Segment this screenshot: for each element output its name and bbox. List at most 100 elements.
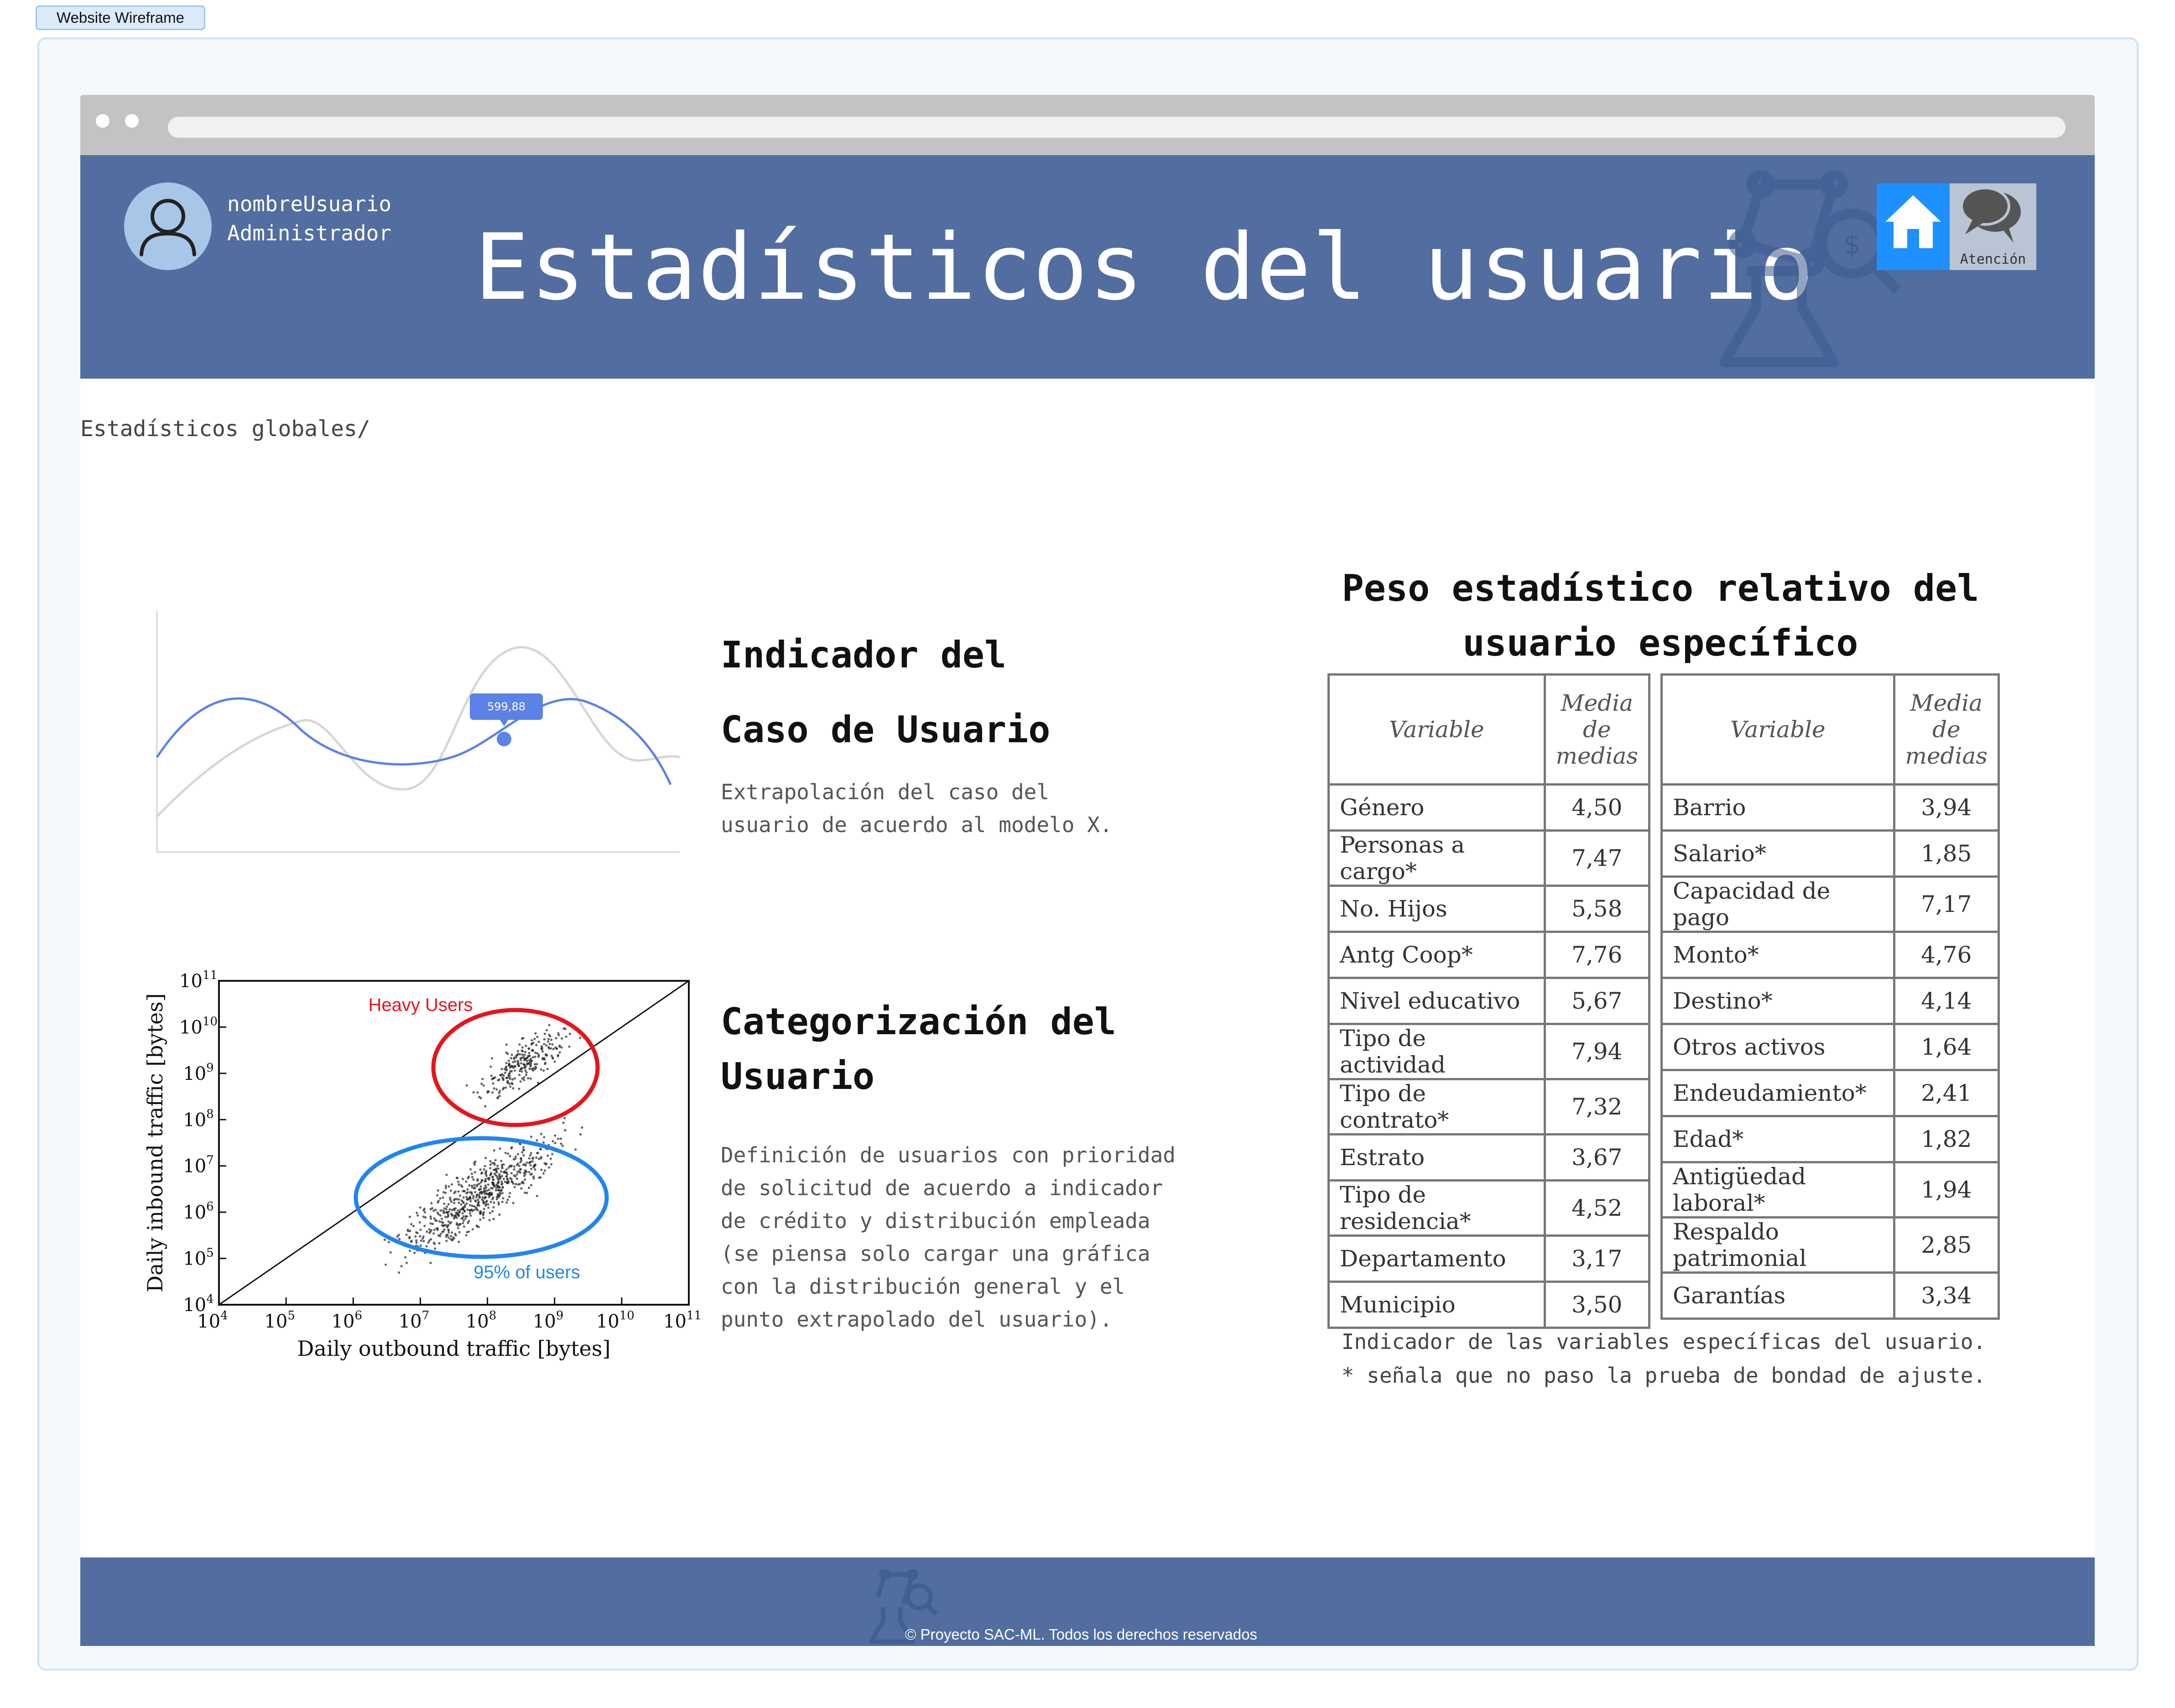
scatter-point: [464, 1218, 467, 1220]
categorization-title-2: Usuario: [721, 1055, 875, 1098]
scatter-point: [514, 1175, 517, 1177]
scatter-point: [446, 1211, 448, 1214]
scatter-point: [398, 1271, 401, 1274]
scatter-point: [489, 1167, 492, 1170]
scatter-point: [551, 1056, 554, 1059]
home-button[interactable]: [1877, 183, 1950, 270]
scatter-point: [509, 1155, 511, 1157]
scatter-point: [526, 1161, 528, 1164]
scatter-point: [508, 1195, 511, 1198]
value-cell: 2,85: [1893, 1216, 2000, 1274]
scatter-point: [540, 1148, 542, 1151]
scatter-point: [410, 1223, 413, 1225]
scatter-point: [451, 1214, 454, 1217]
scatter-point: [410, 1240, 413, 1243]
scatter-point: [491, 1187, 494, 1190]
scatter-point: [551, 1043, 554, 1046]
scatter-point: [465, 1196, 468, 1198]
scatter-point: [404, 1256, 407, 1259]
scatter-point: [419, 1229, 422, 1231]
scatter-point: [484, 1204, 487, 1207]
scatter-point: [457, 1227, 459, 1229]
scatter-point: [535, 1044, 538, 1047]
table-row: Monto* 4,76: [1660, 931, 2000, 979]
user-avatar-icon[interactable]: [124, 182, 212, 270]
scatter-point: [468, 1230, 470, 1233]
scatter-point: [541, 1050, 544, 1053]
scatter-point: [454, 1190, 457, 1193]
scatter-point: [523, 1063, 526, 1066]
scatter-point: [439, 1235, 442, 1238]
scatter-point: [480, 1083, 483, 1085]
scatter-point: [504, 1072, 506, 1074]
scatter-point: [543, 1038, 546, 1041]
scatter-point: [467, 1177, 469, 1180]
scatter-point: [506, 1077, 509, 1079]
scatter-point: [536, 1139, 538, 1142]
wireframe-label: Website Wireframe: [36, 5, 205, 30]
scatter-point: [446, 1216, 449, 1219]
scatter-point: [494, 1174, 497, 1177]
scatter-point: [501, 1186, 504, 1188]
scatter-point: [558, 1051, 561, 1054]
scatter-point: [442, 1212, 445, 1214]
scatter-point: [528, 1068, 531, 1070]
table-row: Respaldo patrimonial 2,85: [1660, 1216, 2000, 1274]
scatter-point: [527, 1077, 530, 1080]
scatter-point: [415, 1239, 418, 1242]
attention-button[interactable]: Atención: [1950, 183, 2036, 270]
scatter-point: [498, 1213, 501, 1216]
scatter-point: [409, 1250, 411, 1252]
scatter-point: [487, 1206, 490, 1209]
scatter-point: [467, 1198, 470, 1201]
scatter-point: [531, 1160, 534, 1163]
scatter-point: [568, 1045, 571, 1048]
scatter-point: [408, 1235, 411, 1239]
scatter-point: [442, 1224, 445, 1228]
user-point[interactable]: [497, 732, 511, 746]
scatter-point: [479, 1185, 482, 1188]
scatter-point: [548, 1024, 551, 1026]
scatter-point: [439, 1209, 442, 1212]
scatter-point: [492, 1082, 494, 1085]
scatter-point: [510, 1064, 513, 1068]
scatter-point: [505, 1066, 507, 1069]
scatter-point: [449, 1198, 452, 1201]
table-row: Otros activos 1,64: [1660, 1023, 2000, 1071]
breadcrumb[interactable]: Estadísticos globales/: [80, 416, 370, 442]
scatter-point: [495, 1171, 498, 1174]
scatter-point: [482, 1211, 485, 1214]
scatter-point: [513, 1065, 516, 1068]
value-cell: 2,41: [1893, 1069, 2000, 1117]
variable-cell: No. Hijos: [1327, 885, 1546, 933]
attention-label: Atención: [1960, 251, 2026, 267]
scatter-point: [482, 1217, 485, 1219]
scatter-point: [433, 1229, 436, 1231]
y-tick-label: 109: [183, 1061, 213, 1084]
scatter-point: [476, 1178, 479, 1181]
scatter-point: [522, 1149, 525, 1151]
scatter-point: [482, 1199, 484, 1202]
scatter-point: [546, 1068, 549, 1070]
table-row: Género 4,50: [1327, 783, 1651, 832]
scatter-point: [451, 1208, 453, 1211]
scatter-point: [557, 1137, 560, 1140]
scatter-point: [476, 1193, 479, 1196]
scatter-point: [461, 1185, 463, 1188]
scatter-point: [523, 1163, 526, 1166]
scatter-point: [518, 1088, 520, 1090]
scatter-point: [495, 1167, 498, 1170]
scatter-point: [502, 1078, 505, 1080]
scatter-point: [477, 1226, 480, 1229]
scatter-point: [485, 1186, 488, 1189]
scatter-point: [521, 1053, 524, 1056]
scatter-point: [564, 1027, 567, 1031]
scatter-point: [468, 1220, 470, 1223]
window-dot: [96, 114, 109, 128]
address-bar[interactable]: [168, 117, 2066, 138]
scatter-point: [542, 1172, 545, 1175]
scatter-point: [420, 1239, 422, 1242]
scatter-point: [487, 1177, 489, 1180]
scatter-point: [507, 1152, 510, 1155]
scatter-point: [520, 1070, 523, 1073]
